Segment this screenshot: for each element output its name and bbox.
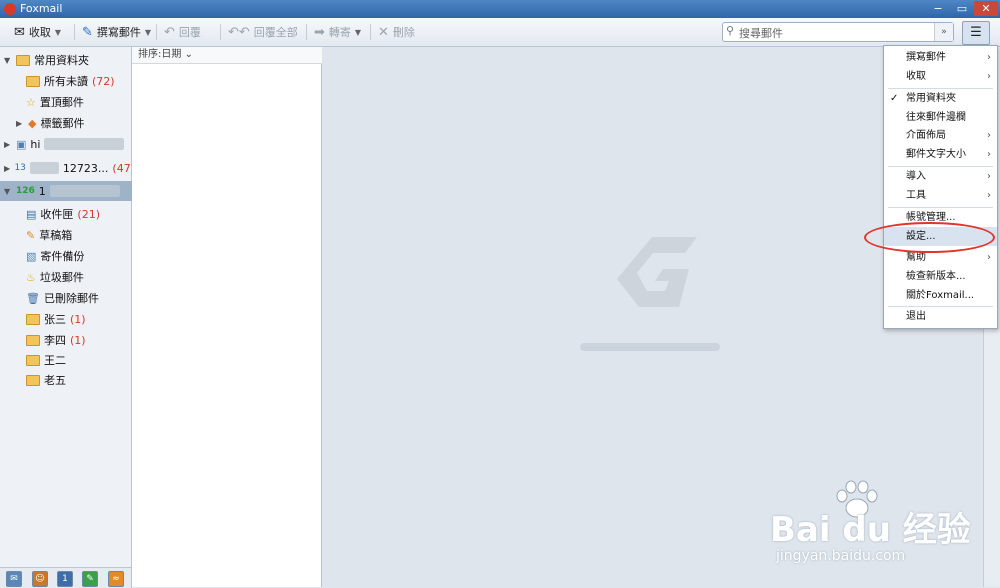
menu-item-common-folder[interactable]: ✓ 常用資料夾 <box>884 89 997 108</box>
collapsed-triangle-icon[interactable]: ▶ <box>16 119 24 128</box>
blurred-logo-text <box>580 343 720 351</box>
toolbar-divider <box>156 24 157 40</box>
menu-item-tools[interactable]: 工具 › <box>884 186 997 205</box>
contacts-module-icon[interactable]: ☺ <box>32 571 48 587</box>
unread-count: (72) <box>92 74 115 88</box>
toolbar-divider <box>220 24 221 40</box>
list-menu-icon: ☰ <box>970 25 982 40</box>
inbox-icon: ▤ <box>26 207 37 221</box>
drafts-icon: ✎ <box>26 228 36 242</box>
receive-button[interactable]: ✉ 收取 ▼ <box>10 22 65 42</box>
chevron-down-icon: ⌄ <box>184 49 193 60</box>
message-list[interactable]: 排序:日期 ⌄ <box>132 47 327 587</box>
folder-icon <box>26 313 40 325</box>
forward-arrow-icon: ➡ <box>314 24 325 40</box>
chevron-down-icon: ▼ <box>54 27 62 37</box>
menu-item-contact-sidebar[interactable]: 往來郵件邊欄 <box>884 108 997 127</box>
module-switcher: ✉ ☺ 1 ✎ ≈ <box>0 567 132 588</box>
toolbar-divider <box>74 24 75 40</box>
collapsed-triangle-icon[interactable]: ▶ <box>4 140 12 149</box>
unread-count: (21) <box>77 207 100 221</box>
folder-group-common[interactable]: ▼ 常用資料夾 <box>0 50 135 70</box>
search-icon: ⚲ <box>726 24 735 37</box>
menu-item-compose[interactable]: 撰寫郵件 › <box>884 48 997 67</box>
watermark-url: jingyan.baidu.com <box>776 548 906 564</box>
menu-item-layout[interactable]: 介面佈局 › <box>884 126 997 145</box>
chevron-right-icon: › <box>987 52 991 63</box>
compose-button[interactable]: ✎ 撰寫郵件 ▼ <box>78 22 155 42</box>
notes-module-icon[interactable]: ✎ <box>82 571 98 587</box>
envelope-icon: ✉ <box>14 24 25 40</box>
chevron-right-icon: › <box>987 252 991 263</box>
minimize-button[interactable]: − <box>926 1 950 16</box>
chevron-down-icon: ▼ <box>354 27 362 37</box>
checkmark-icon: ✓ <box>890 93 899 104</box>
forward-button[interactable]: ➡ 轉寄 ▼ <box>310 22 365 42</box>
search-input[interactable]: ⚲ 搜尋郵件 » <box>722 22 954 42</box>
chevron-right-icon: › <box>987 71 991 82</box>
search-options-button[interactable]: » <box>934 23 953 41</box>
folder-icon <box>26 334 40 346</box>
title-bar: Foxmail − ▭ ✕ <box>0 0 1000 18</box>
collapsed-triangle-icon[interactable]: ▶ <box>4 164 10 173</box>
menu-item-about[interactable]: 關於Foxmail... <box>884 286 997 305</box>
reply-icon: ↶ <box>164 24 175 40</box>
feather-pen-icon: ✎ <box>82 24 93 40</box>
main-dropdown-menu: 撰寫郵件 › 收取 › ✓ 常用資料夾 往來郵件邊欄 介面佈局 › 郵件文字大小… <box>883 45 998 329</box>
window-title: Foxmail <box>20 2 63 15</box>
menu-item-receive[interactable]: 收取 › <box>884 67 997 86</box>
rss-module-icon[interactable]: ≈ <box>108 571 124 587</box>
unread-count: (1) <box>70 312 86 326</box>
toolbar-divider <box>370 24 371 40</box>
main-menu-button[interactable]: ☰ <box>962 21 990 45</box>
mail-module-icon[interactable]: ✉ <box>6 571 22 587</box>
junk-icon: ♨ <box>26 270 36 284</box>
account-13[interactable]: ▶ 13 12723... (47) <box>0 158 135 178</box>
menu-item-import[interactable]: 導入 › <box>884 167 997 186</box>
chevron-right-icon: › <box>987 171 991 182</box>
trash-icon: 🗑 <box>26 291 40 305</box>
account-icon: ▣ <box>16 137 27 151</box>
foxmail-watermark-logo <box>617 237 697 307</box>
redacted-address <box>49 185 120 197</box>
menu-item-exit[interactable]: 退出 <box>884 307 997 326</box>
chevron-right-icon: › <box>987 130 991 141</box>
chevron-down-icon: ▼ <box>144 27 152 37</box>
redacted-address <box>44 138 125 150</box>
expanded-triangle-icon[interactable]: ▼ <box>4 56 12 65</box>
reply-all-button[interactable]: ↶↶ 回覆全部 <box>224 22 302 42</box>
expanded-triangle-icon[interactable]: ▼ <box>4 187 12 196</box>
folder-icon <box>26 75 40 87</box>
folder-icon <box>26 354 40 366</box>
folder-icon <box>26 374 40 386</box>
tag-icon: ◆ <box>28 116 37 130</box>
chevron-right-icon: › <box>987 149 991 160</box>
delete-x-icon: ✕ <box>378 24 389 40</box>
folder-sidebar: ▼ 常用資料夾 所有未讀 (72) ☆ 置頂郵件 ▶ ◆ 標籤郵件 ▶ ▣ hi… <box>0 47 135 567</box>
highlight-annotation-ellipse <box>864 222 995 253</box>
sent-icon: ▧ <box>26 249 37 263</box>
account-hi[interactable]: ▶ ▣ hi <box>0 134 135 154</box>
menu-item-check-update[interactable]: 檢查新版本... <box>884 267 997 286</box>
folder-tagged[interactable]: ▶ ◆ 標籤郵件 <box>0 113 147 133</box>
close-button[interactable]: ✕ <box>974 1 998 16</box>
search-placeholder: 搜尋郵件 <box>739 27 783 40</box>
star-icon: ☆ <box>26 95 36 109</box>
menu-item-font-size[interactable]: 郵件文字大小 › <box>884 145 997 164</box>
delete-button[interactable]: ✕ 刪除 <box>374 22 419 42</box>
maximize-button[interactable]: ▭ <box>950 1 974 16</box>
sort-selector[interactable]: 排序:日期 ⌄ <box>132 47 327 64</box>
baidu-watermark: Bai du 经验 jingyan.baidu.com <box>762 480 992 580</box>
calendar-module-icon[interactable]: 1 <box>57 571 73 587</box>
reply-all-icon: ↶↶ <box>228 24 250 40</box>
watermark-brand: Bai du 经验 <box>770 510 971 550</box>
redacted-address <box>29 162 59 174</box>
reply-button[interactable]: ↶ 回覆 <box>160 22 205 42</box>
account-126[interactable]: ▼ 126 1 <box>0 181 135 201</box>
unread-count: (1) <box>70 333 86 347</box>
folder-icon <box>16 54 30 66</box>
foxmail-logo-icon <box>4 3 16 15</box>
toolbar-divider <box>306 24 307 40</box>
chevron-right-icon: › <box>987 190 991 201</box>
